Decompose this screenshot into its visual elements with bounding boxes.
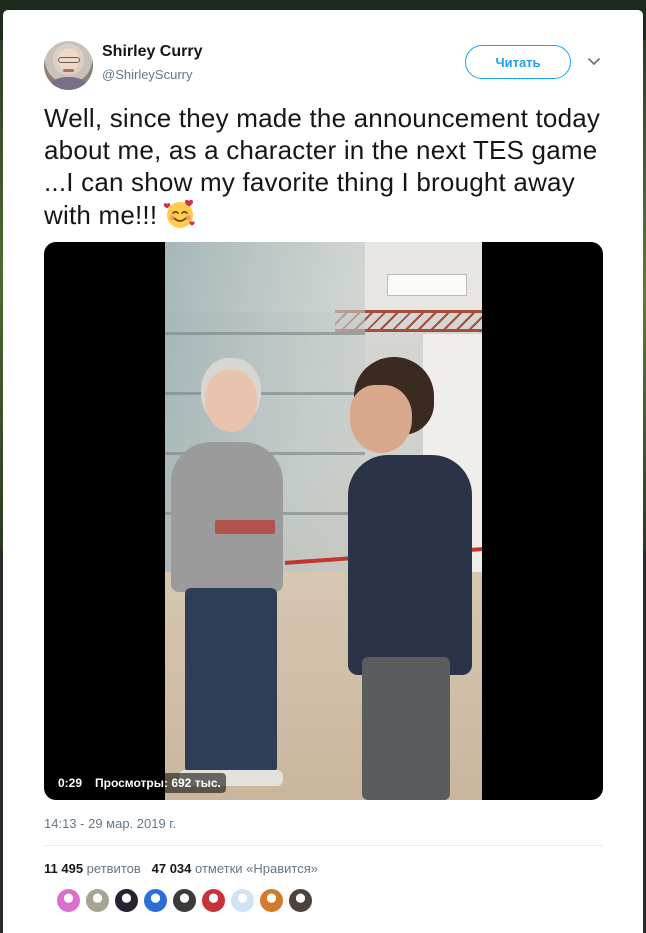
video-duration-badge: 0:29 — [53, 773, 88, 793]
liker-avatars — [56, 888, 313, 914]
liker-avatar[interactable] — [201, 888, 226, 913]
video-views-badge: Просмотры: 692 тыс. — [90, 773, 226, 793]
tweet-card: Shirley Curry @ShirleyScurry Читать Well… — [3, 10, 643, 933]
retweets-count[interactable]: 11 495 — [44, 861, 83, 876]
likes-label[interactable]: отметки «Нравится» — [195, 861, 318, 876]
video-scene-light — [387, 274, 467, 296]
avatar-glasses — [58, 57, 80, 63]
man-pants — [362, 657, 450, 800]
video-scene-woman — [165, 370, 305, 800]
liker-avatar[interactable] — [114, 888, 139, 913]
liker-avatar[interactable] — [143, 888, 168, 913]
liker-avatar[interactable] — [230, 888, 255, 913]
divider — [44, 845, 603, 846]
video-frame — [165, 242, 482, 800]
follow-button[interactable]: Читать — [465, 45, 571, 79]
retweets-label[interactable]: ретвитов — [87, 861, 141, 876]
liker-avatar[interactable] — [259, 888, 284, 913]
man-face — [350, 385, 412, 453]
likes-count[interactable]: 47 034 — [152, 861, 192, 876]
author-avatar[interactable] — [44, 41, 93, 90]
woman-jeans — [185, 588, 277, 773]
author-name[interactable]: Shirley Curry — [102, 43, 202, 61]
liker-avatar[interactable] — [56, 888, 81, 913]
woman-shirt — [171, 442, 283, 592]
video-player[interactable]: 0:29 Просмотры: 692 тыс. — [44, 242, 603, 800]
avatar-mouth — [63, 69, 74, 72]
liker-avatar[interactable] — [172, 888, 197, 913]
liker-avatar[interactable] — [85, 888, 110, 913]
liker-avatar[interactable] — [288, 888, 313, 913]
tweet-text: Well, since they made the announcement t… — [44, 102, 604, 231]
smiling-face-with-hearts-icon — [164, 199, 195, 228]
man-hoodie — [348, 455, 472, 675]
chevron-down-icon[interactable] — [587, 56, 601, 68]
avatar-shirt — [50, 77, 87, 90]
tweet-timestamp[interactable]: 14:13 - 29 мар. 2019 г. — [44, 816, 176, 831]
tweet-text-body: Well, since they made the announcement t… — [44, 103, 601, 230]
video-scene-man — [340, 357, 482, 800]
woman-shirt-logo — [215, 520, 275, 534]
author-handle[interactable]: @ShirleyScurry — [102, 67, 193, 82]
tweet-stats: 11 495 ретвитов 47 034 отметки «Нравится… — [44, 861, 318, 876]
woman-head — [205, 370, 257, 432]
